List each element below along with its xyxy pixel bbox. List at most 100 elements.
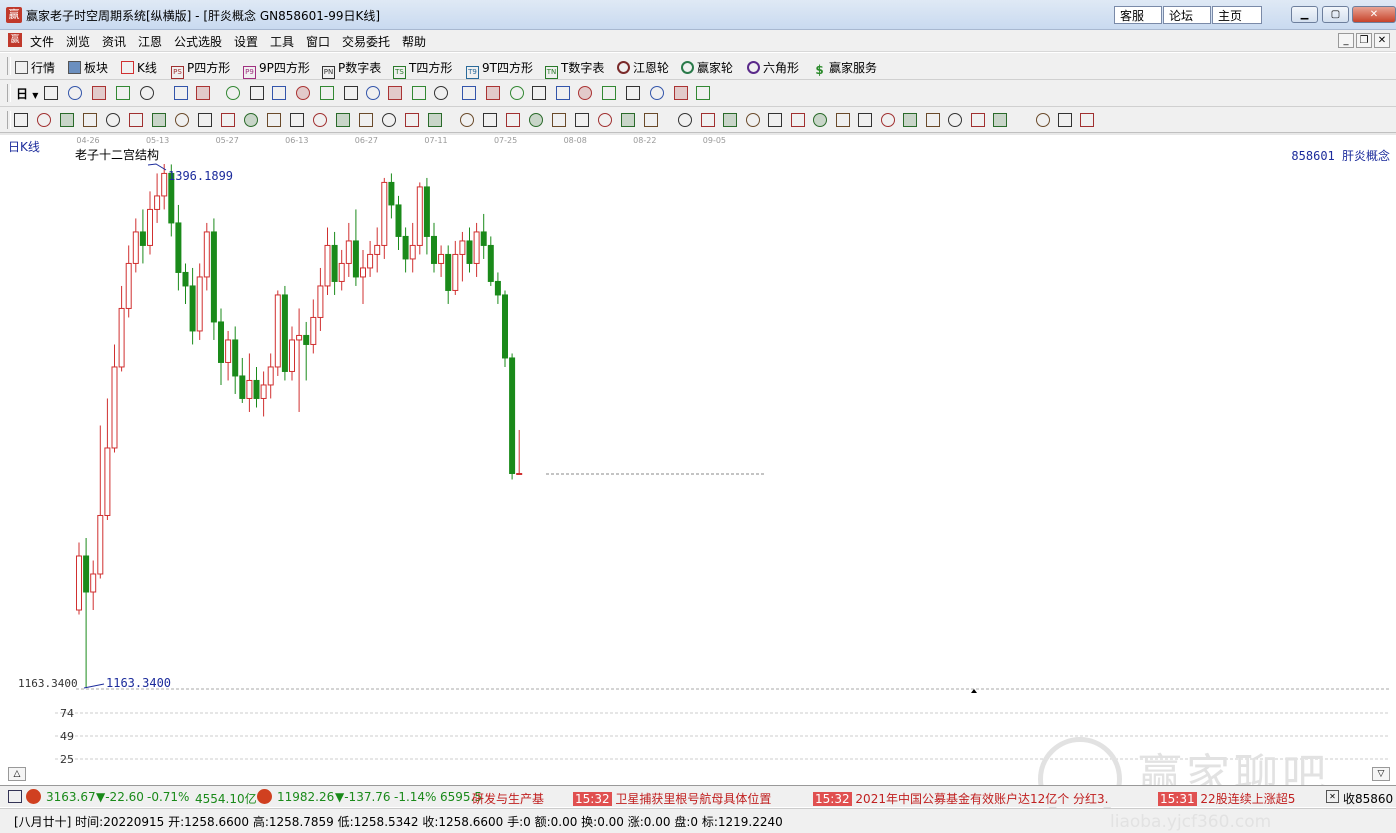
chart-tool-1-icon[interactable] bbox=[44, 86, 58, 100]
tool-t-table[interactable]: TN T数字表 bbox=[545, 59, 604, 79]
candle-body[interactable] bbox=[423, 186, 430, 237]
draw-tool-25-icon[interactable] bbox=[575, 113, 589, 127]
candle-body[interactable] bbox=[324, 244, 331, 287]
tool-winner-service[interactable]: $ 赢家服务 bbox=[813, 59, 877, 78]
draw-tool-7-icon[interactable] bbox=[152, 113, 166, 127]
tool-t-square[interactable]: TS T四方形 bbox=[393, 59, 452, 79]
candle-body[interactable] bbox=[402, 235, 409, 260]
candle-body[interactable] bbox=[182, 271, 189, 287]
draw-tool-36-icon[interactable] bbox=[835, 113, 850, 127]
menu-trade[interactable]: 交易委托 bbox=[342, 33, 390, 50]
draw-tool-4-icon[interactable] bbox=[83, 113, 97, 127]
candle-body[interactable] bbox=[139, 231, 146, 246]
chart-tool-18-icon[interactable] bbox=[462, 86, 476, 100]
candle-body[interactable] bbox=[104, 447, 111, 516]
candle-body[interactable] bbox=[118, 307, 125, 368]
draw-tool-43-icon[interactable] bbox=[993, 113, 1007, 127]
chart-tool-12-icon[interactable] bbox=[320, 86, 334, 100]
candle-body[interactable] bbox=[416, 186, 423, 246]
draw-tool-20-icon[interactable] bbox=[460, 113, 474, 127]
draw-tool-2-icon[interactable] bbox=[37, 113, 51, 127]
tool-hexagon[interactable]: 六角形 bbox=[747, 59, 799, 76]
chart-tool-17-icon[interactable] bbox=[434, 86, 448, 100]
draw-tool-17-icon[interactable] bbox=[382, 113, 396, 127]
draw-tool-29-icon[interactable] bbox=[678, 113, 692, 127]
draw-tool-14-icon[interactable] bbox=[313, 113, 327, 127]
draw-tool-26-icon[interactable] bbox=[598, 113, 612, 127]
candle-body[interactable] bbox=[480, 231, 487, 246]
chart-tool-5-icon[interactable] bbox=[140, 86, 154, 100]
draw-tool-41-icon[interactable] bbox=[948, 113, 962, 127]
draw-tool-38-icon[interactable] bbox=[880, 113, 895, 127]
chart-tool-7-icon[interactable] bbox=[196, 86, 210, 100]
draw-tool-1-icon[interactable] bbox=[14, 113, 28, 127]
candle-body[interactable] bbox=[303, 334, 310, 345]
candle-body[interactable] bbox=[360, 267, 366, 278]
candle-body[interactable] bbox=[502, 294, 508, 359]
chart-tool-27-icon[interactable] bbox=[674, 86, 688, 100]
draw-tool-39-icon[interactable] bbox=[903, 113, 917, 127]
chart-tool-8-icon[interactable] bbox=[226, 86, 240, 100]
chart-tool-20-icon[interactable] bbox=[510, 86, 524, 100]
candle-body[interactable] bbox=[381, 181, 388, 246]
draw-tool-15-icon[interactable] bbox=[336, 113, 350, 127]
candle-body[interactable] bbox=[253, 379, 260, 399]
candle-body[interactable] bbox=[487, 244, 494, 282]
candle-body[interactable] bbox=[509, 357, 516, 474]
candle-body[interactable] bbox=[494, 280, 501, 296]
candle-body[interactable] bbox=[132, 231, 139, 264]
draw-tool-40-icon[interactable] bbox=[925, 113, 940, 127]
tool-9p-square[interactable]: P9 9P四方形 bbox=[243, 59, 310, 79]
period-dropdown[interactable]: 日 ▼ bbox=[16, 85, 38, 102]
news-item[interactable]: 研发与生产基 bbox=[472, 790, 544, 807]
menu-formula[interactable]: 公式选股 bbox=[174, 33, 222, 50]
menu-window[interactable]: 窗口 bbox=[306, 33, 330, 50]
chart-tool-10-icon[interactable] bbox=[272, 86, 286, 100]
menu-file[interactable]: 文件 bbox=[30, 33, 54, 50]
tool-gann-wheel[interactable]: 江恩轮 bbox=[617, 59, 669, 76]
candle-body[interactable] bbox=[161, 172, 168, 197]
maximize-button[interactable]: ▢ bbox=[1322, 6, 1349, 23]
chart-tool-6-icon[interactable] bbox=[174, 86, 188, 100]
candle-body[interactable] bbox=[296, 334, 303, 341]
chart-tool-2-icon[interactable] bbox=[68, 86, 82, 100]
draw-tool-30-icon[interactable] bbox=[700, 113, 715, 127]
candle-body[interactable] bbox=[466, 240, 473, 264]
draw-tool-44-icon[interactable] bbox=[1036, 113, 1050, 127]
candle-body[interactable] bbox=[196, 276, 203, 332]
menu-browse[interactable]: 浏览 bbox=[66, 33, 90, 50]
kline-chart-panel[interactable]: 04-26 05-13 05-27 06-13 06-27 07-11 07-25 08-08… bbox=[0, 133, 1396, 821]
chart-tool-11-icon[interactable] bbox=[296, 86, 310, 100]
draw-tool-24-icon[interactable] bbox=[552, 113, 566, 127]
chart-tool-16-icon[interactable] bbox=[412, 86, 426, 100]
candle-body[interactable] bbox=[147, 208, 153, 246]
candle-body[interactable] bbox=[111, 366, 118, 449]
tool-p-table[interactable]: PN P数字表 bbox=[322, 59, 381, 79]
candle-body[interactable] bbox=[189, 285, 196, 332]
candle-body[interactable] bbox=[281, 294, 288, 372]
candle-body[interactable] bbox=[338, 262, 345, 282]
tool-winner-wheel[interactable]: 赢家轮 bbox=[681, 59, 733, 76]
draw-tool-18-icon[interactable] bbox=[405, 113, 419, 127]
draw-tool-5-icon[interactable] bbox=[106, 113, 120, 127]
collapse-panel-button[interactable]: ▽ bbox=[1372, 767, 1390, 781]
draw-tool-35-icon[interactable] bbox=[813, 113, 827, 127]
draw-tool-28-icon[interactable] bbox=[644, 113, 658, 127]
candle-body[interactable] bbox=[395, 204, 402, 237]
candle-body[interactable] bbox=[203, 231, 210, 278]
menu-gann[interactable]: 江恩 bbox=[138, 33, 162, 50]
draw-tool-21-icon[interactable] bbox=[483, 113, 497, 127]
candle-body[interactable] bbox=[289, 339, 295, 372]
candle-body[interactable] bbox=[445, 253, 452, 291]
draw-tool-27-icon[interactable] bbox=[621, 113, 635, 127]
chart-tool-9-icon[interactable] bbox=[250, 86, 264, 100]
child-close-button[interactable]: ✕ bbox=[1374, 33, 1390, 48]
news-ticker[interactable]: 研发与生产基 15:32 卫星捕获里根号航母具体位置 15:32 2021年中国… bbox=[472, 786, 1320, 807]
home-link[interactable]: 主页 bbox=[1212, 6, 1262, 24]
draw-tool-11-icon[interactable] bbox=[244, 113, 258, 127]
candle-body[interactable] bbox=[274, 294, 281, 368]
child-minimize-button[interactable]: _ bbox=[1338, 33, 1354, 48]
chart-tool-26-icon[interactable] bbox=[650, 86, 664, 100]
candle-body[interactable] bbox=[260, 384, 267, 399]
candle-body[interactable] bbox=[352, 240, 359, 278]
